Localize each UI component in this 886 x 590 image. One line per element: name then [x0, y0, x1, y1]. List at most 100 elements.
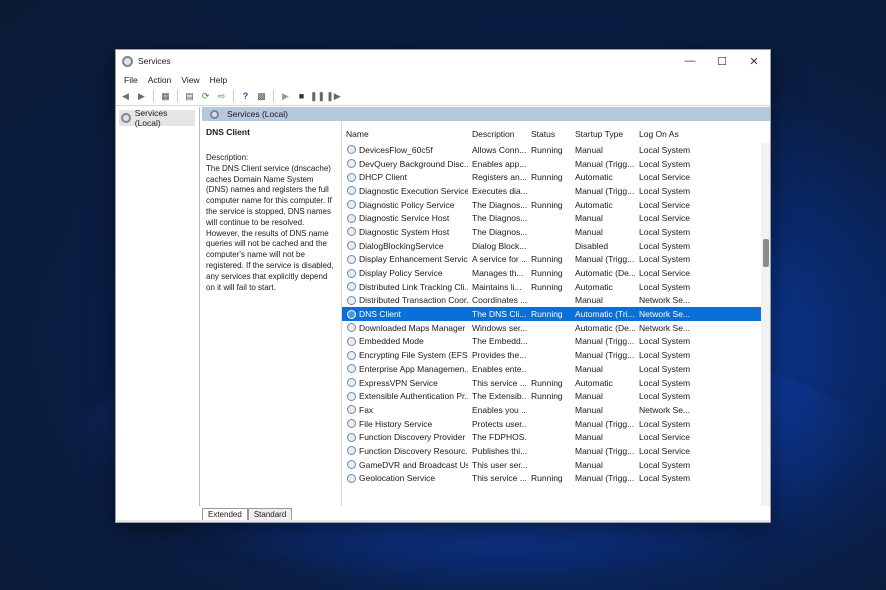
menu-help[interactable]: Help [205, 75, 232, 85]
table-row[interactable]: DevQuery Background Disc... Enables app..… [342, 157, 770, 171]
cell-description: This service ... [472, 377, 527, 388]
table-row[interactable]: Function Discovery Provider ... The FDPHO… [342, 430, 770, 444]
cell-startup-type: Manual [575, 391, 603, 402]
service-gear-icon [347, 391, 356, 401]
service-name-text: Diagnostic Execution Service [359, 185, 468, 196]
cell-name: Diagnostic Policy Service [342, 200, 468, 210]
cell-log-on-as: Local Service [639, 445, 690, 456]
cell-startup-type: Manual [575, 459, 603, 470]
cell-startup-type: Manual [575, 226, 603, 237]
table-row[interactable]: Downloaded Maps Manager Windows ser... Aut… [342, 321, 770, 335]
table-row[interactable]: DHCP Client Registers an... Running Automat… [342, 170, 770, 184]
vertical-scrollbar[interactable] [761, 143, 770, 506]
column-header-startup-type[interactable]: Startup Type [571, 129, 635, 139]
export-list-icon[interactable]: ⇨ [215, 90, 228, 103]
pause-service-icon[interactable]: ❚❚ [310, 90, 325, 103]
table-row[interactable]: DialogBlockingService Dialog Block... Disa… [342, 239, 770, 253]
service-gear-icon [347, 213, 356, 223]
cell-name: Extensible Authentication Pr... [342, 391, 468, 401]
table-row[interactable]: Enterprise App Managemen... Enables ente.… [342, 362, 770, 376]
service-name-text: File History Service [359, 418, 433, 429]
cell-startup-type: Automatic [575, 377, 613, 388]
cell-log-on-as: Local System [639, 350, 690, 361]
show-hide-console-tree-icon[interactable]: ▦ [159, 90, 172, 103]
maximize-button[interactable]: ☐ [706, 50, 738, 72]
cell-description: Enables you ... [472, 404, 527, 415]
service-gear-icon [347, 323, 356, 333]
tree-item-services-local[interactable]: Services (Local) [119, 108, 195, 128]
cell-log-on-as: Local Service [639, 213, 690, 224]
service-gear-icon [347, 350, 356, 360]
service-name-text: GameDVR and Broadcast Us... [359, 459, 468, 470]
stop-service-icon[interactable]: ■ [295, 90, 308, 103]
table-row[interactable]: Embedded Mode The Embedd... Manual (Trigg.… [342, 335, 770, 349]
cell-name: Display Enhancement Service [342, 254, 468, 264]
back-arrow-icon[interactable]: ◀ [119, 90, 132, 103]
table-row[interactable]: Geolocation Service This service ... Runni… [342, 472, 770, 486]
table-row[interactable]: DevicesFlow_60c5f Allows Conn... Running Ma… [342, 143, 770, 157]
cell-name: Diagnostic System Host [342, 227, 468, 237]
menu-view[interactable]: View [176, 75, 204, 85]
service-gear-icon [347, 309, 356, 319]
description-label: Description: [206, 153, 249, 162]
restart-service-icon[interactable]: ❚▶ [326, 90, 340, 103]
tab-standard[interactable]: Standard [247, 508, 293, 520]
properties-icon[interactable]: ▤ [183, 90, 196, 103]
service-gear-icon [347, 473, 356, 483]
table-row[interactable]: Extensible Authentication Pr... The Exten… [342, 389, 770, 403]
results-header: Services (Local) [202, 107, 770, 121]
column-header-status[interactable]: Status [527, 129, 571, 139]
services-table: Name Description Status Startup Type Log… [342, 121, 770, 506]
table-row[interactable]: File History Service Protects user... Manu… [342, 417, 770, 431]
table-row[interactable]: Encrypting File System (EFS) Provides the… [342, 348, 770, 362]
cell-description: Dialog Block... [472, 240, 527, 251]
table-body: DevicesFlow_60c5f Allows Conn... Running Ma… [342, 143, 770, 485]
console-body: Services (Local) Services (Local) DNS Cl… [116, 107, 770, 522]
table-row[interactable]: Fax Enables you ... Manual Network Se... [342, 403, 770, 417]
service-name-text: Diagnostic Policy Service [359, 199, 455, 210]
minimize-button[interactable]: — [674, 50, 706, 72]
table-row[interactable]: Diagnostic Policy Service The Diagnos... R… [342, 198, 770, 212]
table-row[interactable]: GameDVR and Broadcast Us... This user ser… [342, 458, 770, 472]
forward-arrow-icon[interactable]: ▶ [135, 90, 148, 103]
cell-log-on-as: Local System [639, 254, 690, 265]
table-row[interactable]: DNS Client The DNS Cli... Running Automatic… [342, 307, 770, 321]
service-name-text: Diagnostic System Host [359, 226, 450, 237]
cell-startup-type: Disabled [575, 240, 609, 251]
help-icon[interactable]: ? [239, 90, 252, 103]
menu-action[interactable]: Action [143, 75, 177, 85]
refresh-icon[interactable]: ⟳ [199, 90, 212, 103]
table-row[interactable]: Display Enhancement Service A service for… [342, 253, 770, 267]
table-row[interactable]: Distributed Link Tracking Cli... Maintain… [342, 280, 770, 294]
table-row[interactable]: Function Discovery Resourc... Publishes t… [342, 444, 770, 458]
cell-startup-type: Manual (Trigg... [575, 158, 635, 169]
table-row[interactable]: ExpressVPN Service This service ... Runnin… [342, 376, 770, 390]
cell-log-on-as: Network Se... [639, 404, 690, 415]
cell-name: Embedded Mode [342, 336, 468, 346]
action-pane-icon[interactable]: ▩ [255, 90, 268, 103]
close-button[interactable]: ✕ [738, 50, 770, 72]
table-row[interactable]: Diagnostic Service Host The Diagnos... Man… [342, 211, 770, 225]
service-description-panel: DNS Client Description: The DNS Client s… [202, 121, 342, 506]
cell-startup-type: Automatic [575, 172, 613, 183]
menu-file[interactable]: File [119, 75, 143, 85]
cell-startup-type: Automatic [575, 281, 613, 292]
cell-description: Enables app... [472, 158, 527, 169]
cell-startup-type: Automatic [575, 199, 613, 210]
scrollbar-thumb[interactable] [763, 239, 769, 267]
cell-name: DHCP Client [342, 172, 468, 182]
tab-extended[interactable]: Extended [202, 508, 248, 520]
cell-log-on-as: Local System [639, 144, 690, 155]
table-row[interactable]: Diagnostic Execution Service Executes dia… [342, 184, 770, 198]
table-row[interactable]: Display Policy Service Manages th... Runni… [342, 266, 770, 280]
column-header-description[interactable]: Description [468, 129, 527, 139]
column-header-log-on-as[interactable]: Log On As [635, 129, 690, 139]
cell-description: The Diagnos... [472, 199, 527, 210]
selected-service-name: DNS Client [206, 127, 250, 137]
table-row[interactable]: Distributed Transaction Coor... Coordinat… [342, 294, 770, 308]
cell-log-on-as: Local System [639, 363, 690, 374]
column-header-name[interactable]: Name [342, 129, 468, 139]
service-gear-icon [347, 241, 356, 251]
table-row[interactable]: Diagnostic System Host The Diagnos... Manu… [342, 225, 770, 239]
start-service-icon[interactable]: ▶ [279, 90, 292, 103]
